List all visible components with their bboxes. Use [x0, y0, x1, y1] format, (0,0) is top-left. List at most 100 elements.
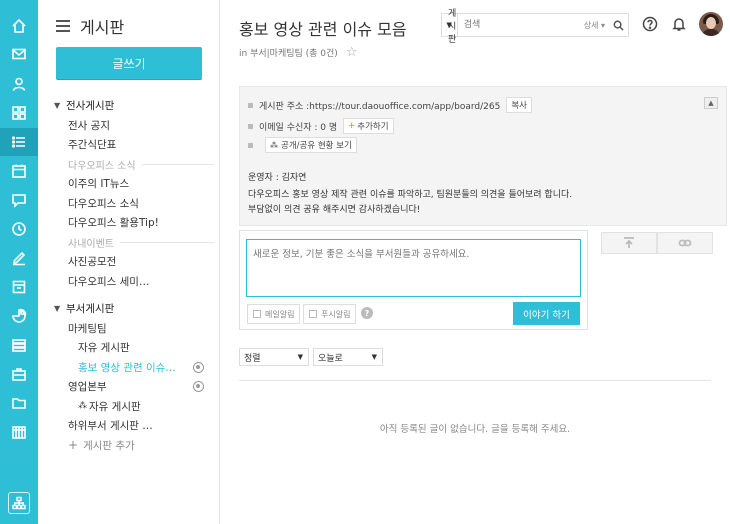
help-icon[interactable]: ?	[361, 307, 373, 319]
post-button[interactable]: 이야기 하기	[513, 302, 580, 325]
main-content: 홍보 영상 관련 이슈 모음 in 부서|마케팅팀 (총 0건) ☆ 게시판 ▼ …	[221, 0, 730, 524]
chevron-down-icon[interactable]: ▼	[54, 304, 64, 313]
sidebar-section-label: 사내이벤트	[54, 233, 214, 253]
home-icon[interactable]	[0, 12, 38, 40]
sidebar-item-label: 다우오피스 소식	[68, 197, 139, 210]
operator-text: 운영자 : 김자연	[248, 173, 307, 183]
order-select[interactable]: 오늘로 ▼	[313, 348, 383, 366]
sidebar-item[interactable]: 다우오피스 소식	[54, 194, 214, 214]
board-description-2: 부담없이 의견 공유 해주시면 감사하겠습니다!	[248, 205, 421, 215]
search-icon[interactable]	[613, 16, 624, 34]
search-box: 게시판▼ 상세 ▾	[441, 9, 629, 45]
menu-icon[interactable]	[56, 20, 70, 32]
search-input[interactable]	[457, 14, 584, 36]
upload-icon[interactable]	[601, 232, 657, 254]
sidebar-header: 게시판	[56, 14, 124, 38]
write-button[interactable]: 글쓰기	[56, 47, 202, 79]
board-address-row: 게시판 주소 :https://tour.daouoffice.com/app/…	[248, 97, 532, 113]
search-scope-select[interactable]: 게시판 ▼	[442, 9, 458, 45]
sidebar-item-label: 자유 게시판	[78, 342, 130, 355]
sidebar-item-label: 전사 공지	[68, 119, 110, 132]
document-icon[interactable]	[0, 273, 38, 301]
add-recipient-button[interactable]: + 추가하기	[343, 118, 394, 134]
email-recipient-row: 이메일 수신자 : 0 명 + 추가하기	[248, 118, 394, 134]
sidebar-item-label: 사내이벤트	[68, 238, 114, 250]
sidebar-item[interactable]: 주간식단표	[54, 135, 214, 155]
building-icon[interactable]	[0, 418, 38, 446]
gear-icon[interactable]	[193, 381, 204, 392]
collapse-icon[interactable]: ▲	[704, 97, 718, 109]
user-icon[interactable]	[0, 70, 38, 98]
apps-icon[interactable]	[0, 99, 38, 127]
page-title: 홍보 영상 관련 이슈 모음	[239, 20, 407, 39]
chart-icon[interactable]	[0, 302, 38, 330]
sidebar-item-label: 사진공모전	[68, 256, 117, 269]
sidebar-item[interactable]: 이주의 IT뉴스	[54, 174, 214, 194]
sidebar-item[interactable]: 영업본부	[54, 377, 214, 397]
board-list-icon[interactable]	[0, 128, 38, 156]
sidebar-item[interactable]: 다우오피스 세미…	[54, 272, 214, 292]
search-detail-toggle[interactable]: 상세 ▾	[584, 20, 605, 31]
mail-icon[interactable]	[0, 40, 38, 68]
avatar[interactable]	[699, 12, 723, 36]
star-icon[interactable]: ☆	[346, 45, 358, 60]
sidebar-item-label: 게시판 추가	[83, 439, 135, 452]
edit-icon[interactable]	[0, 244, 38, 272]
sidebar-item[interactable]: 홍보 영상 관련 이슈…	[54, 358, 214, 378]
sidebar-group[interactable]: ▼ 전사게시판	[54, 96, 214, 116]
gear-icon[interactable]	[193, 361, 204, 373]
sort-select[interactable]: 정렬 ▼	[239, 348, 309, 366]
share-status-row: ⁂ 공개/공유 현황 보기	[248, 137, 357, 153]
clock-icon[interactable]	[0, 215, 38, 243]
sidebar-item-label: 부서게시판	[66, 303, 115, 316]
help-icon[interactable]	[641, 15, 659, 33]
share-icon: ⁂	[78, 401, 87, 412]
sidebar-item[interactable]: 마케팅팀	[54, 319, 214, 339]
sidebar-item[interactable]: 하위부서 게시판 …	[54, 416, 214, 436]
share-icon: ⁂	[270, 140, 278, 150]
sidebar-section-label: 다우오피스 소식	[54, 155, 214, 175]
section-divider	[141, 163, 214, 165]
board-info-panel: 게시판 주소 :https://tour.daouoffice.com/app/…	[239, 86, 727, 226]
folder-icon[interactable]	[0, 389, 38, 417]
post-input[interactable]	[246, 239, 581, 297]
sidebar-item[interactable]: ⁂ 자유 게시판	[54, 397, 214, 417]
sidebar-item-label: 주간식단표	[68, 139, 117, 152]
sidebar-item[interactable]: 사진공모전	[54, 252, 214, 272]
list-divider	[239, 380, 711, 381]
push-notice-checkbox[interactable]: 푸시알림	[303, 304, 357, 324]
sidebar-item[interactable]: 전사 공지	[54, 116, 214, 136]
briefcase-icon[interactable]	[0, 360, 38, 388]
sidebar-item-label: 다우오피스 소식	[68, 160, 136, 172]
sidebar-item[interactable]: 다우오피스 활용Tip!	[54, 213, 214, 233]
board-subtitle: in 부서|마케팅팀 (총 0건) ☆	[239, 45, 357, 60]
sidebar-item-label: 이주의 IT뉴스	[68, 178, 130, 191]
sidebar-item-label: 자유 게시판	[89, 400, 141, 413]
link-icon[interactable]	[657, 232, 713, 254]
sidebar-item-label: 홍보 영상 관련 이슈…	[78, 361, 176, 374]
board-tree: ▼ 전사게시판 전사 공지 주간식단표 다우오피스 소식 이주의 IT뉴스 다우오피스 소식…	[54, 96, 214, 455]
plus-icon: +	[68, 438, 79, 453]
empty-state-text: 아직 등록된 글이 없습니다. 글을 등록해 주세요.	[379, 424, 571, 435]
org-chart-icon[interactable]	[8, 492, 30, 514]
sidebar-item[interactable]: 자유 게시판	[54, 338, 214, 358]
add-board-button[interactable]: + 게시판 추가	[54, 436, 214, 456]
chevron-down-icon[interactable]: ▼	[54, 101, 64, 110]
copy-button[interactable]: 복사	[506, 97, 532, 113]
mail-notice-checkbox[interactable]: 메일알림	[247, 304, 301, 324]
sidebar-group[interactable]: ▼ 부서게시판	[54, 299, 214, 319]
sidebar-item-label: 다우오피스 세미…	[68, 275, 150, 288]
bell-icon[interactable]	[670, 15, 688, 33]
chat-icon[interactable]	[0, 186, 38, 214]
sidebar: 게시판 글쓰기 ▼ 전사게시판 전사 공지 주간식단표 다우오피스 소식 이주의 IT뉴스…	[38, 0, 220, 524]
post-composer: 메일알림 푸시알림 ? 이야기 하기	[239, 230, 588, 330]
sidebar-item-label: 전사게시판	[66, 100, 115, 113]
sidebar-title: 게시판	[80, 18, 125, 37]
sidebar-item-label: 마케팅팀	[68, 322, 107, 335]
board-description-1: 다우오피스 홍보 영상 제작 관련 이슈를 파악하고, 팀원분들의 의견을 들어…	[248, 190, 573, 200]
calendar-icon[interactable]	[0, 157, 38, 185]
stack-icon[interactable]	[0, 331, 38, 359]
board-path: in 부서|마케팅팀 (총 0건)	[239, 49, 338, 59]
share-status-button[interactable]: ⁂ 공개/공유 현황 보기	[265, 137, 357, 153]
sidebar-item-label: 하위부서 게시판 …	[68, 420, 153, 433]
